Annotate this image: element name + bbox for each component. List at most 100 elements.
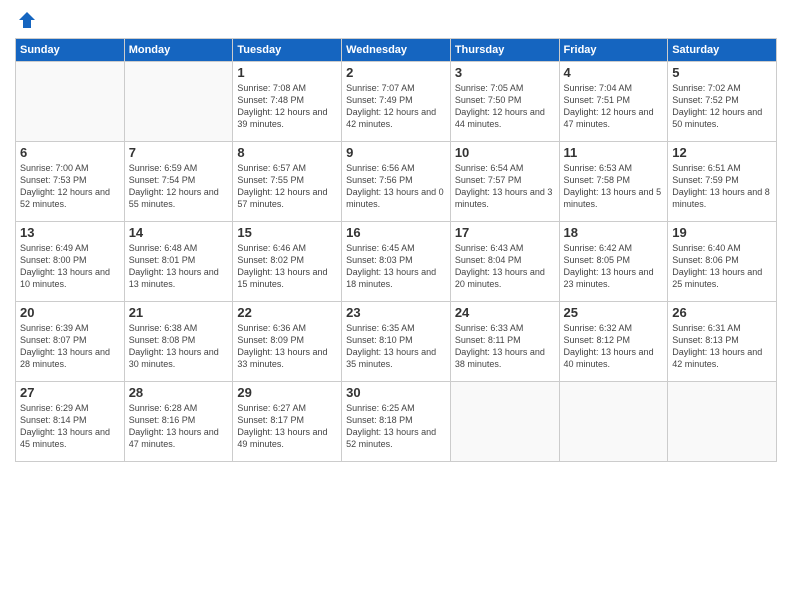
day-number: 3 xyxy=(455,65,555,80)
day-number: 9 xyxy=(346,145,446,160)
day-info: Sunrise: 6:40 AM Sunset: 8:06 PM Dayligh… xyxy=(672,242,772,291)
calendar-cell: 1 Sunrise: 7:08 AM Sunset: 7:48 PM Daylig… xyxy=(233,62,342,142)
weekday-header-thursday: Thursday xyxy=(450,39,559,62)
day-info: Sunrise: 6:36 AM Sunset: 8:09 PM Dayligh… xyxy=(237,322,337,371)
day-number: 5 xyxy=(672,65,772,80)
day-info: Sunrise: 6:46 AM Sunset: 8:02 PM Dayligh… xyxy=(237,242,337,291)
day-number: 28 xyxy=(129,385,229,400)
calendar-cell xyxy=(124,62,233,142)
weekday-header-saturday: Saturday xyxy=(668,39,777,62)
day-info: Sunrise: 6:53 AM Sunset: 7:58 PM Dayligh… xyxy=(564,162,664,211)
calendar-cell: 16Sunrise: 6:45 AM Sunset: 8:03 PM Dayli… xyxy=(342,222,451,302)
calendar-table: SundayMondayTuesdayWednesdayThursdayFrid… xyxy=(15,38,777,462)
calendar-cell: 21 Sunrise: 6:38 AM Sunset: 8:08 PM Dayli… xyxy=(124,302,233,382)
day-number: 6 xyxy=(20,145,120,160)
day-info: Sunrise: 7:08 AM Sunset: 7:48 PM Dayligh… xyxy=(237,82,337,131)
day-info: Sunrise: 7:05 AM Sunset: 7:50 PM Dayligh… xyxy=(455,82,555,131)
calendar-cell: 30Sunrise: 6:25 AM Sunset: 8:18 PM Dayli… xyxy=(342,382,451,462)
calendar-cell: 27 Sunrise: 6:29 AM Sunset: 8:14 PM Dayli… xyxy=(16,382,125,462)
day-number: 15 xyxy=(237,225,337,240)
day-info: Sunrise: 6:32 AM Sunset: 8:12 PM Dayligh… xyxy=(564,322,664,371)
day-info: Sunrise: 6:27 AM Sunset: 8:17 PM Dayligh… xyxy=(237,402,337,451)
calendar-week-row: 6 Sunrise: 7:00 AM Sunset: 7:53 PM Daylig… xyxy=(16,142,777,222)
day-number: 19 xyxy=(672,225,772,240)
calendar-cell: 23 Sunrise: 6:35 AM Sunset: 8:10 PM Dayli… xyxy=(342,302,451,382)
day-info: Sunrise: 7:02 AM Sunset: 7:52 PM Dayligh… xyxy=(672,82,772,131)
day-info: Sunrise: 6:49 AM Sunset: 8:00 PM Dayligh… xyxy=(20,242,120,291)
day-number: 14 xyxy=(129,225,229,240)
calendar-cell: 29 Sunrise: 6:27 AM Sunset: 8:17 PM Dayli… xyxy=(233,382,342,462)
day-info: Sunrise: 6:42 AM Sunset: 8:05 PM Dayligh… xyxy=(564,242,664,291)
day-info: Sunrise: 6:39 AM Sunset: 8:07 PM Dayligh… xyxy=(20,322,120,371)
calendar-cell xyxy=(450,382,559,462)
weekday-header-row: SundayMondayTuesdayWednesdayThursdayFrid… xyxy=(16,39,777,62)
day-number: 12 xyxy=(672,145,772,160)
day-info: Sunrise: 6:25 AM Sunset: 8:18 PM Dayligh… xyxy=(346,402,446,451)
day-info: Sunrise: 6:57 AM Sunset: 7:55 PM Dayligh… xyxy=(237,162,337,211)
weekday-header-tuesday: Tuesday xyxy=(233,39,342,62)
calendar-cell: 17 Sunrise: 6:43 AM Sunset: 8:04 PM Dayli… xyxy=(450,222,559,302)
calendar-cell: 14 Sunrise: 6:48 AM Sunset: 8:01 PM Dayli… xyxy=(124,222,233,302)
calendar-cell: 8 Sunrise: 6:57 AM Sunset: 7:55 PM Daylig… xyxy=(233,142,342,222)
calendar-week-row: 13Sunrise: 6:49 AM Sunset: 8:00 PM Dayli… xyxy=(16,222,777,302)
day-info: Sunrise: 6:51 AM Sunset: 7:59 PM Dayligh… xyxy=(672,162,772,211)
calendar-cell: 25 Sunrise: 6:32 AM Sunset: 8:12 PM Dayli… xyxy=(559,302,668,382)
day-number: 8 xyxy=(237,145,337,160)
calendar-week-row: 20 Sunrise: 6:39 AM Sunset: 8:07 PM Dayli… xyxy=(16,302,777,382)
weekday-header-wednesday: Wednesday xyxy=(342,39,451,62)
calendar-cell: 20 Sunrise: 6:39 AM Sunset: 8:07 PM Dayli… xyxy=(16,302,125,382)
calendar-cell xyxy=(559,382,668,462)
day-number: 18 xyxy=(564,225,664,240)
day-info: Sunrise: 7:00 AM Sunset: 7:53 PM Dayligh… xyxy=(20,162,120,211)
calendar-cell: 6 Sunrise: 7:00 AM Sunset: 7:53 PM Daylig… xyxy=(16,142,125,222)
day-info: Sunrise: 6:31 AM Sunset: 8:13 PM Dayligh… xyxy=(672,322,772,371)
day-number: 25 xyxy=(564,305,664,320)
calendar-week-row: 1 Sunrise: 7:08 AM Sunset: 7:48 PM Daylig… xyxy=(16,62,777,142)
day-info: Sunrise: 6:43 AM Sunset: 8:04 PM Dayligh… xyxy=(455,242,555,291)
day-number: 7 xyxy=(129,145,229,160)
calendar-cell: 15 Sunrise: 6:46 AM Sunset: 8:02 PM Dayli… xyxy=(233,222,342,302)
calendar-cell: 2 Sunrise: 7:07 AM Sunset: 7:49 PM Daylig… xyxy=(342,62,451,142)
day-info: Sunrise: 6:38 AM Sunset: 8:08 PM Dayligh… xyxy=(129,322,229,371)
day-number: 24 xyxy=(455,305,555,320)
day-info: Sunrise: 7:07 AM Sunset: 7:49 PM Dayligh… xyxy=(346,82,446,131)
calendar-cell: 4Sunrise: 7:04 AM Sunset: 7:51 PM Daylig… xyxy=(559,62,668,142)
weekday-header-friday: Friday xyxy=(559,39,668,62)
day-number: 23 xyxy=(346,305,446,320)
calendar-cell: 13Sunrise: 6:49 AM Sunset: 8:00 PM Dayli… xyxy=(16,222,125,302)
calendar-cell: 10 Sunrise: 6:54 AM Sunset: 7:57 PM Dayli… xyxy=(450,142,559,222)
day-number: 10 xyxy=(455,145,555,160)
day-number: 2 xyxy=(346,65,446,80)
calendar-cell: 11 Sunrise: 6:53 AM Sunset: 7:58 PM Dayli… xyxy=(559,142,668,222)
header xyxy=(15,10,777,30)
day-number: 4 xyxy=(564,65,664,80)
calendar-week-row: 27 Sunrise: 6:29 AM Sunset: 8:14 PM Dayli… xyxy=(16,382,777,462)
day-info: Sunrise: 6:29 AM Sunset: 8:14 PM Dayligh… xyxy=(20,402,120,451)
day-info: Sunrise: 6:45 AM Sunset: 8:03 PM Dayligh… xyxy=(346,242,446,291)
weekday-header-monday: Monday xyxy=(124,39,233,62)
day-number: 21 xyxy=(129,305,229,320)
calendar-cell: 24 Sunrise: 6:33 AM Sunset: 8:11 PM Dayli… xyxy=(450,302,559,382)
calendar-cell xyxy=(16,62,125,142)
day-number: 20 xyxy=(20,305,120,320)
weekday-header-sunday: Sunday xyxy=(16,39,125,62)
day-info: Sunrise: 6:48 AM Sunset: 8:01 PM Dayligh… xyxy=(129,242,229,291)
day-number: 1 xyxy=(237,65,337,80)
calendar-cell: 22Sunrise: 6:36 AM Sunset: 8:09 PM Dayli… xyxy=(233,302,342,382)
logo xyxy=(15,10,37,30)
calendar-cell: 3 Sunrise: 7:05 AM Sunset: 7:50 PM Daylig… xyxy=(450,62,559,142)
day-number: 27 xyxy=(20,385,120,400)
day-info: Sunrise: 6:54 AM Sunset: 7:57 PM Dayligh… xyxy=(455,162,555,211)
day-info: Sunrise: 6:35 AM Sunset: 8:10 PM Dayligh… xyxy=(346,322,446,371)
day-info: Sunrise: 6:33 AM Sunset: 8:11 PM Dayligh… xyxy=(455,322,555,371)
calendar-cell: 26 Sunrise: 6:31 AM Sunset: 8:13 PM Dayli… xyxy=(668,302,777,382)
calendar-cell xyxy=(668,382,777,462)
day-number: 17 xyxy=(455,225,555,240)
day-info: Sunrise: 6:28 AM Sunset: 8:16 PM Dayligh… xyxy=(129,402,229,451)
page: SundayMondayTuesdayWednesdayThursdayFrid… xyxy=(0,0,792,612)
day-number: 26 xyxy=(672,305,772,320)
day-number: 11 xyxy=(564,145,664,160)
day-info: Sunrise: 6:59 AM Sunset: 7:54 PM Dayligh… xyxy=(129,162,229,211)
day-number: 29 xyxy=(237,385,337,400)
calendar-cell: 12 Sunrise: 6:51 AM Sunset: 7:59 PM Dayli… xyxy=(668,142,777,222)
